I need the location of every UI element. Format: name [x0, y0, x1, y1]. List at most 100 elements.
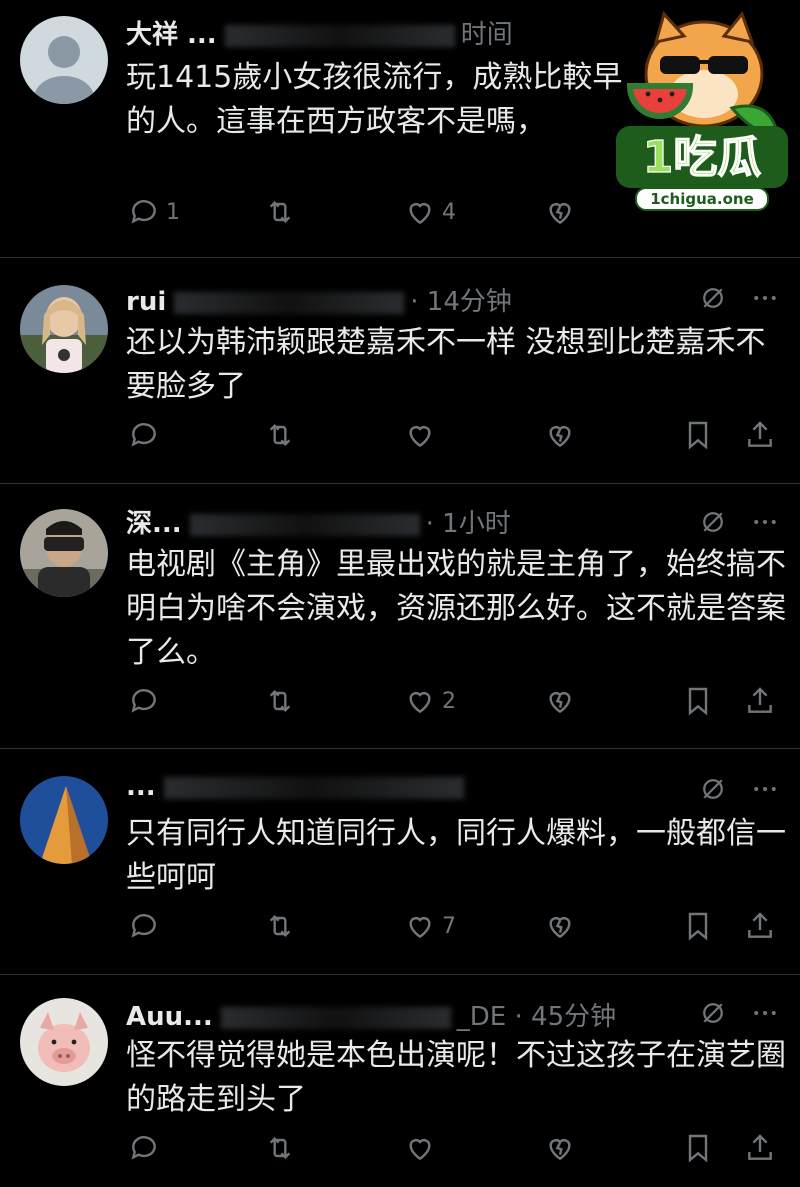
post-text: 只有同行人知道同行人，同行人爆料，一般都信一些呵呵	[126, 816, 786, 895]
more-icon[interactable]	[750, 998, 780, 1028]
share-button[interactable]	[744, 419, 776, 451]
grok-icon[interactable]	[698, 283, 728, 313]
post-3[interactable]: 深... · 1小时 电视剧《主角》里最出戏的就是主角了，始终搞不明白为啥不会演戏…	[0, 485, 800, 749]
repost-icon	[269, 1136, 291, 1160]
bookmark-button[interactable]	[682, 419, 714, 451]
vr-avatar[interactable]	[20, 509, 108, 597]
repost-icon	[269, 689, 291, 713]
reply-count: 1	[166, 199, 180, 225]
post-header: 大祥 ... 时间	[126, 14, 626, 54]
more-icon[interactable]	[750, 507, 780, 537]
post-actions: 7	[126, 910, 786, 950]
pig-avatar[interactable]	[20, 998, 108, 1086]
dislike-button[interactable]	[544, 910, 576, 942]
heart-icon	[409, 203, 431, 225]
post-header: Auu... _DE · 45分钟	[126, 996, 626, 1036]
redacted-handle	[174, 291, 405, 314]
post-header: rui · 14分钟	[126, 281, 626, 321]
like-button[interactable]: 4	[404, 196, 456, 228]
post-header-icons	[698, 998, 780, 1028]
post-4[interactable]: ... 只有同行人知道同行人，同行人爆料，一般都信一些呵呵 7	[0, 750, 800, 975]
reply-button[interactable]	[128, 910, 166, 942]
reply-icon	[131, 1136, 156, 1160]
author-name[interactable]: rui	[126, 287, 166, 317]
dislike-button[interactable]	[544, 419, 576, 451]
post-header-icons	[698, 283, 780, 313]
like-count: 7	[442, 913, 456, 939]
grok-icon[interactable]	[698, 774, 728, 804]
post-actions: 2	[126, 685, 786, 725]
share-button[interactable]	[744, 910, 776, 942]
repost-button[interactable]	[264, 910, 296, 942]
post-time: 时间	[460, 20, 513, 50]
bookmark-icon	[688, 1134, 708, 1163]
reply-button[interactable]	[128, 419, 166, 451]
author-name[interactable]: ...	[126, 772, 156, 802]
post-text: 怪不得觉得她是本色出演呢！不过这孩子在演艺圈的路走到头了	[126, 1038, 786, 1117]
reply-icon	[131, 200, 156, 224]
logo-domain-text: 1chigua.one	[650, 190, 754, 208]
broken-heart-icon	[549, 692, 571, 714]
share-button[interactable]	[744, 1132, 776, 1164]
repost-button[interactable]	[264, 685, 296, 717]
post-header-icons	[698, 507, 780, 537]
post-text: 电视剧《主角》里最出戏的就是主角了，始终搞不明白为啥不会演戏，资源还那么好。这不…	[126, 547, 786, 670]
post-header-icons	[698, 774, 780, 804]
reply-icon	[131, 423, 156, 447]
like-count: 2	[442, 688, 456, 714]
post-2[interactable]: rui · 14分钟 还以为韩沛颖跟楚嘉禾不一样 没想到比楚嘉禾不要脸多了	[0, 259, 800, 484]
grok-icon[interactable]	[698, 998, 728, 1028]
like-count: 4	[442, 199, 456, 225]
redacted-handle	[189, 513, 420, 536]
repost-button[interactable]	[264, 196, 296, 228]
post-time: · 1小时	[425, 509, 511, 539]
share-button[interactable]	[744, 685, 776, 717]
default-avatar[interactable]	[20, 16, 108, 104]
dislike-button[interactable]	[544, 685, 576, 717]
like-button[interactable]	[404, 1132, 442, 1164]
dislike-button[interactable]	[544, 196, 576, 228]
repost-icon	[269, 914, 291, 938]
more-icon[interactable]	[750, 774, 780, 804]
repost-button[interactable]	[264, 1132, 296, 1164]
bookmark-button[interactable]	[682, 685, 714, 717]
share-icon	[748, 1134, 772, 1160]
like-button[interactable]: 7	[404, 910, 456, 942]
heart-icon	[409, 426, 431, 448]
bookmark-button[interactable]	[682, 910, 714, 942]
post-time: · 14分钟	[410, 287, 512, 317]
like-button[interactable]	[404, 419, 442, 451]
reply-icon	[131, 689, 156, 713]
post-5[interactable]: Auu... _DE · 45分钟 怪不得觉得她是本色出演呢！不过这孩子在演艺圈的…	[0, 976, 800, 1187]
broken-heart-icon	[549, 203, 571, 225]
repost-button[interactable]	[264, 419, 296, 451]
post-header: ...	[126, 772, 626, 812]
bookmark-button[interactable]	[682, 1132, 714, 1164]
girl-avatar[interactable]	[20, 285, 108, 373]
redacted-handle	[163, 776, 464, 799]
dislike-button[interactable]	[544, 1132, 576, 1164]
grok-icon[interactable]	[698, 507, 728, 537]
author-name[interactable]: Auu...	[126, 1002, 213, 1032]
post-text: 还以为韩沛颖跟楚嘉禾不一样 没想到比楚嘉禾不要脸多了	[126, 325, 766, 404]
reply-button[interactable]	[128, 685, 166, 717]
heart-icon	[409, 1139, 431, 1161]
reply-button[interactable]: 1	[128, 196, 180, 228]
logo-brand-text: 1吃瓜	[643, 132, 762, 183]
heart-icon	[409, 692, 431, 714]
post-actions	[126, 419, 786, 459]
broken-heart-icon	[549, 1139, 571, 1161]
repost-icon	[269, 423, 291, 447]
bookmark-icon	[688, 687, 708, 716]
author-name[interactable]: 深...	[126, 509, 182, 539]
bookmark-icon	[688, 421, 708, 450]
reply-button[interactable]	[128, 1132, 166, 1164]
post-time: _DE · 45分钟	[456, 1002, 617, 1032]
watermark-logo: 1吃瓜 1chigua.one	[612, 8, 792, 213]
like-button[interactable]: 2	[404, 685, 456, 717]
bookmark-icon	[688, 912, 708, 941]
pyramid-avatar[interactable]	[20, 776, 108, 864]
share-icon	[748, 687, 772, 713]
author-name[interactable]: 大祥 ...	[126, 20, 217, 50]
more-icon[interactable]	[750, 283, 780, 313]
